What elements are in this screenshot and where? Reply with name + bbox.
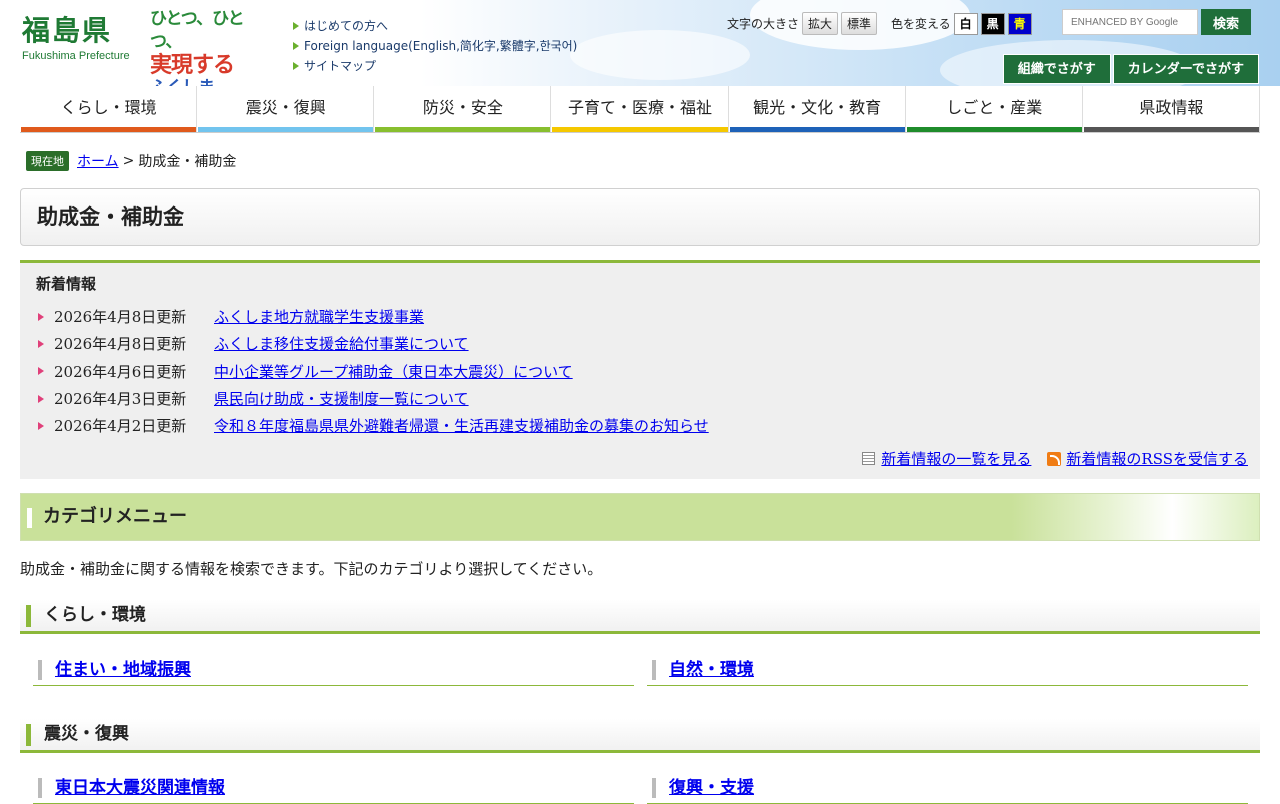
triangle-icon (293, 22, 299, 30)
news-list-link-wrap: 新着情報の一覧を見る (862, 448, 1031, 469)
nav-item-safety[interactable]: 防災・安全 (374, 86, 552, 132)
top-link-foreign-language[interactable]: Foreign language(English,简化字,繁體字,한국어) (293, 36, 577, 56)
news-footer-links: 新着情報の一覧を見る 新着情報のRSSを受信する (846, 448, 1248, 469)
news-item: 2026年4月3日更新 県民向け助成・支援制度一覧について (38, 385, 1260, 412)
logo-jp-text: 福島県 (22, 14, 113, 47)
news-item: 2026年4月8日更新 ふくしま地方就職学生支援事業 (38, 303, 1260, 330)
nav-item-welfare[interactable]: 子育て・医療・福祉 (551, 86, 729, 132)
search-input[interactable] (1062, 9, 1198, 35)
news-rss-link[interactable]: 新着情報のRSSを受信する (1066, 448, 1248, 469)
top-link-beginners[interactable]: はじめての方へ (293, 16, 577, 36)
news-link[interactable]: 中小企業等グループ補助金（東日本大震災）について (214, 361, 573, 382)
category-link-reconstruction[interactable]: 復興・支援 (669, 778, 754, 798)
slogan-line: ひとつ、ひとつ、 (150, 9, 245, 52)
nav-item-culture[interactable]: 観光・文化・教育 (728, 86, 906, 132)
rss-icon (1047, 451, 1062, 466)
news-link[interactable]: ふくしま移住支援金給付事業について (214, 333, 469, 354)
breadcrumb-badge: 現在地 (26, 151, 69, 171)
logo-en-text: Fukushima Prefecture (22, 50, 130, 62)
top-link-label: サイトマップ (304, 59, 377, 73)
news-link[interactable]: ふくしま地方就職学生支援事業 (214, 306, 424, 327)
bullet-icon (38, 339, 44, 348)
news-item: 2026年4月8日更新 ふくしま移住支援金給付事業について (38, 330, 1260, 357)
news-item: 2026年4月2日更新 令和８年度福島県県外避難者帰還・生活再建支援補助金の募集の… (38, 412, 1260, 439)
header-buttons: 組織でさがす カレンダーでさがす (1001, 54, 1259, 84)
news-date: 2026年4月8日更新 (54, 308, 187, 327)
news-link[interactable]: 令和８年度福島県県外避難者帰還・生活再建支援補助金の募集のお知らせ (214, 415, 709, 436)
slogan-line: 実現する (150, 53, 235, 78)
news-date: 2026年4月8日更新 (54, 335, 187, 354)
news-rss-link-wrap: 新着情報のRSSを受信する (1047, 448, 1248, 469)
category-section-living: くらし・環境 (20, 600, 1260, 634)
slogan-logo: ひとつ、ひとつ、 実現する ふくしま (150, 8, 250, 86)
bullet-icon (38, 367, 44, 376)
news-date: 2026年4月2日更新 (54, 417, 187, 436)
category-menu-heading: カテゴリメニュー (20, 493, 1260, 541)
top-link-label: Foreign language(English,简化字,繁體字,한국어) (304, 39, 578, 53)
category-link-earthquake[interactable]: 東日本大震災関連情報 (55, 778, 225, 798)
breadcrumb-home-link[interactable]: ホーム (77, 151, 119, 171)
org-search-button[interactable]: 組織でさがす (1002, 54, 1111, 84)
site-search: 検索 (1062, 9, 1251, 35)
font-size-label: 文字の大きさ (727, 17, 800, 31)
triangle-icon (293, 62, 299, 70)
global-nav: くらし・環境 震災・復興 防災・安全 子育て・医療・福祉 観光・文化・教育 しご… (20, 86, 1260, 133)
slogan-line: ふくしま (150, 77, 250, 86)
triangle-icon (293, 42, 299, 50)
breadcrumb: 現在地 ホーム > 助成金・補助金 (26, 151, 236, 171)
breadcrumb-separator: > (122, 153, 135, 169)
category-description: 助成金・補助金に関する情報を検索できます。下記のカテゴリより選択してください。 (20, 560, 603, 578)
font-standard-button[interactable]: 標準 (841, 12, 878, 35)
bullet-icon (38, 394, 44, 403)
nav-item-disaster-recovery[interactable]: 震災・復興 (197, 86, 375, 132)
accessibility-toolbar: 文字の大きさ 拡大 標準 色を変える 白 黒 青 (727, 12, 1032, 35)
news-heading: 新着情報 (36, 275, 97, 293)
nav-item-government[interactable]: 県政情報 (1082, 86, 1260, 132)
search-button[interactable]: 検索 (1201, 9, 1251, 35)
color-label: 色を変える (891, 17, 951, 31)
category-subitem: 自然・環境 (647, 656, 1248, 686)
bullet-icon (38, 312, 44, 321)
color-white-button[interactable]: 白 (953, 12, 978, 35)
news-link[interactable]: 県民向け助成・支援制度一覧について (214, 388, 469, 409)
color-blue-button[interactable]: 青 (1007, 12, 1032, 35)
news-box: 新着情報 2026年4月8日更新 ふくしま地方就職学生支援事業 2026年4月8日… (20, 260, 1260, 479)
bullet-icon (38, 421, 44, 430)
color-black-button[interactable]: 黒 (980, 12, 1005, 35)
news-list-link[interactable]: 新着情報の一覧を見る (881, 448, 1031, 469)
site-logo[interactable]: 福島県 Fukushima Prefecture (22, 14, 130, 62)
news-date: 2026年4月3日更新 (54, 390, 187, 409)
page-title: 助成金・補助金 (20, 188, 1260, 246)
list-icon (862, 452, 876, 465)
top-link-label: はじめての方へ (304, 19, 389, 33)
top-links: はじめての方へ Foreign language(English,简化字,繁體字… (293, 16, 577, 76)
category-subitem: 住まい・地域振興 (33, 656, 634, 686)
calendar-search-button[interactable]: カレンダーでさがす (1112, 54, 1259, 84)
category-link-nature[interactable]: 自然・環境 (669, 660, 754, 680)
news-item: 2026年4月6日更新 中小企業等グループ補助金（東日本大震災）について (38, 358, 1260, 385)
category-link-housing[interactable]: 住まい・地域振興 (55, 660, 191, 680)
site-header: 福島県 Fukushima Prefecture ひとつ、ひとつ、 実現する ふ… (0, 0, 1280, 86)
news-date: 2026年4月6日更新 (54, 362, 187, 381)
breadcrumb-current: 助成金・補助金 (138, 154, 237, 170)
nav-item-living[interactable]: くらし・環境 (20, 86, 198, 132)
category-section-disaster: 震災・復興 (20, 719, 1260, 753)
top-link-sitemap[interactable]: サイトマップ (293, 56, 577, 76)
news-list: 2026年4月8日更新 ふくしま地方就職学生支援事業 2026年4月8日更新 ふくし… (38, 303, 1260, 439)
nav-item-work[interactable]: しごと・産業 (905, 86, 1083, 132)
font-enlarge-button[interactable]: 拡大 (802, 12, 839, 35)
